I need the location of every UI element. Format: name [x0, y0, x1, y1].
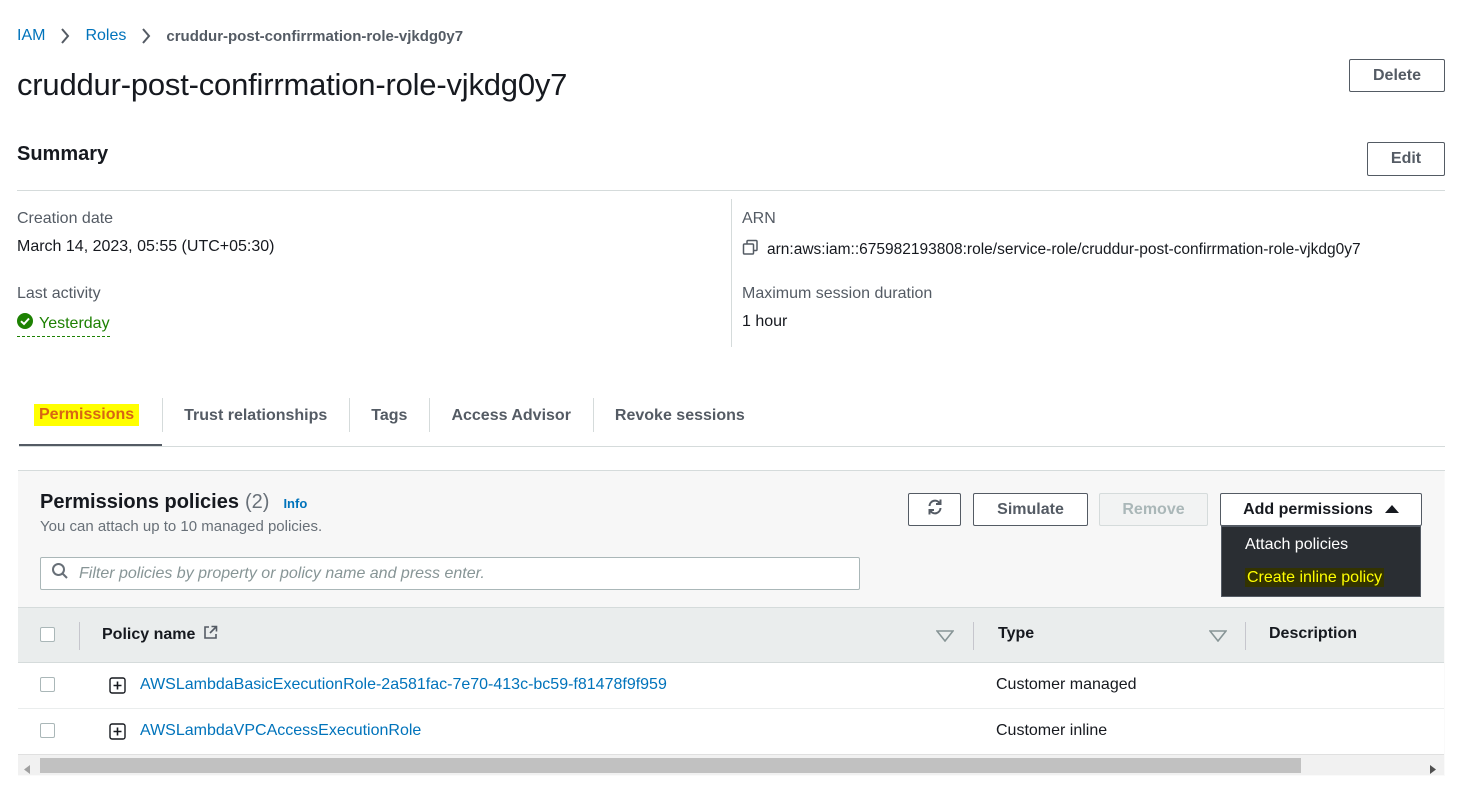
- arn-label: ARN: [742, 210, 776, 227]
- table-row: AWSLambdaVPCAccessExecutionRole Customer…: [18, 709, 1444, 755]
- max-session-label: Maximum session duration: [742, 285, 933, 302]
- last-activity-text: Yesterday: [39, 314, 110, 332]
- refresh-button[interactable]: [908, 493, 961, 526]
- tab-permissions[interactable]: Permissions: [19, 385, 163, 446]
- tab-revoke-sessions[interactable]: Revoke sessions: [592, 385, 767, 446]
- search-input[interactable]: [79, 564, 839, 583]
- external-link-icon: [203, 625, 218, 645]
- permissions-title-text: Permissions policies: [40, 491, 239, 513]
- column-policy-name[interactable]: Policy name: [102, 625, 218, 645]
- tab-access-advisor[interactable]: Access Advisor: [429, 385, 592, 446]
- column-policy-name-label: Policy name: [102, 626, 196, 643]
- permissions-title: Permissions policies (2) Info: [40, 491, 307, 514]
- breadcrumb-roles-link[interactable]: Roles: [85, 27, 126, 45]
- column-divider: [1245, 622, 1246, 650]
- select-all-checkbox[interactable]: [40, 627, 55, 642]
- summary-title: Summary: [17, 143, 109, 165]
- search-icon: [51, 562, 69, 585]
- row-checkbox[interactable]: [40, 677, 55, 692]
- add-permissions-button[interactable]: Add permissions: [1220, 493, 1422, 526]
- scrollbar-thumb[interactable]: [40, 758, 1301, 773]
- policy-type: Customer managed: [996, 676, 1137, 693]
- simulate-button[interactable]: Simulate: [973, 493, 1088, 526]
- tab-bar: Permissions Trust relationships Tags Acc…: [19, 385, 1445, 447]
- permissions-count: (2): [244, 491, 270, 513]
- horizontal-scrollbar[interactable]: [18, 754, 1444, 775]
- scroll-left-icon[interactable]: [24, 761, 30, 779]
- sort-caret-icon[interactable]: [1208, 629, 1228, 647]
- last-activity-label: Last activity: [17, 285, 101, 302]
- sort-caret-icon[interactable]: [935, 629, 955, 647]
- info-link[interactable]: Info: [283, 496, 307, 511]
- delete-button[interactable]: Delete: [1349, 59, 1445, 92]
- max-session-value: 1 hour: [742, 313, 788, 330]
- arn-value: arn:aws:iam::675982193808:role/service-r…: [742, 239, 1361, 261]
- breadcrumb: IAM Roles cruddur-post-confirrmation-rol…: [17, 25, 463, 47]
- check-circle-icon: [17, 313, 33, 334]
- chevron-right-icon: [53, 25, 77, 47]
- create-inline-policy-item[interactable]: Create inline policy: [1245, 568, 1385, 587]
- creation-date-label: Creation date: [17, 210, 114, 227]
- column-divider: [79, 622, 80, 650]
- breadcrumb-iam-link[interactable]: IAM: [17, 27, 45, 45]
- column-description[interactable]: Description: [1269, 625, 1357, 643]
- column-divider: [973, 622, 974, 650]
- refresh-icon: [926, 498, 944, 521]
- expand-plus-icon[interactable]: [109, 677, 126, 694]
- policy-type: Customer inline: [996, 722, 1108, 739]
- table-header: Policy name Type Description: [18, 607, 1444, 663]
- add-permissions-dropdown: Attach policies Create inline policy: [1221, 526, 1421, 597]
- summary-divider: [17, 190, 1445, 191]
- caret-up-icon: [1384, 501, 1399, 519]
- summary-column-divider: [731, 199, 732, 347]
- arn-text: arn:aws:iam::675982193808:role/service-r…: [767, 241, 1361, 258]
- edit-button[interactable]: Edit: [1367, 142, 1445, 176]
- add-permissions-label: Add permissions: [1243, 500, 1373, 518]
- breadcrumb-current: cruddur-post-confirrmation-role-vjkdg0y7: [166, 27, 464, 45]
- chevron-right-icon: [134, 25, 158, 47]
- copy-icon[interactable]: [742, 239, 759, 261]
- policy-search-field[interactable]: [40, 557, 860, 590]
- scroll-right-icon[interactable]: [1430, 761, 1436, 779]
- remove-button[interactable]: Remove: [1099, 493, 1208, 526]
- policy-name-link[interactable]: AWSLambdaVPCAccessExecutionRole: [140, 722, 421, 740]
- policy-name-link[interactable]: AWSLambdaBasicExecutionRole-2a581fac-7e7…: [140, 676, 667, 694]
- table-row: AWSLambdaBasicExecutionRole-2a581fac-7e7…: [18, 663, 1444, 709]
- tab-trust-relationships[interactable]: Trust relationships: [162, 385, 349, 446]
- tab-tags[interactable]: Tags: [349, 385, 429, 446]
- permissions-description: You can attach up to 10 managed policies…: [40, 518, 323, 535]
- attach-policies-item[interactable]: Attach policies: [1245, 536, 1348, 554]
- creation-date-value: March 14, 2023, 05:55 (UTC+05:30): [17, 238, 275, 255]
- page-title: cruddur-post-confirrmation-role-vjkdg0y7: [17, 67, 568, 102]
- row-checkbox[interactable]: [40, 723, 55, 738]
- column-type[interactable]: Type: [998, 625, 1034, 643]
- last-activity-value[interactable]: Yesterday: [17, 313, 110, 337]
- expand-plus-icon[interactable]: [109, 723, 126, 740]
